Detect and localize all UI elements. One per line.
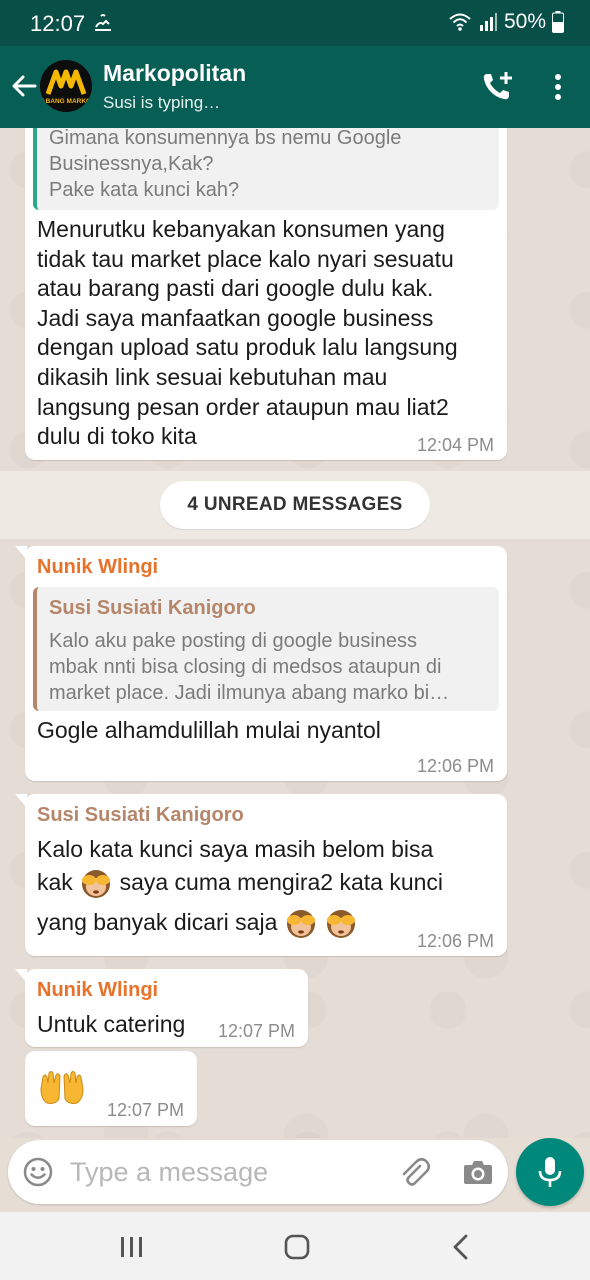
message-line: dengan upload satu produk lalu langsung [37,334,458,361]
sender-name[interactable]: Nunik Wlingi [37,556,158,579]
quote-line: mbak nnti bisa closing di medsos ataupun… [49,656,442,678]
home-icon[interactable] [283,1233,311,1261]
quote-line: Gimana konsumennya bs nemu Google [49,128,402,149]
sender-name[interactable]: Susi Susiati Kanigoro [37,804,244,827]
abang-marko-logo: ABANG MARKO [40,60,92,112]
unread-messages-label: 4 UNREAD MESSAGES [160,481,430,529]
nav-back-icon[interactable] [450,1233,472,1261]
battery-icon [552,11,564,33]
message-line: yang banyak dicari saja [37,907,358,941]
camera-icon[interactable] [462,1156,494,1188]
message-time: 12:06 PM [417,756,495,776]
message-time: 12:07 PM [218,1021,296,1041]
avatar[interactable]: ABANG MARKO [40,60,92,112]
see-no-evil-monkey-emoji [82,870,111,898]
message-line: kak saya cuma mengira2 kata kunci [37,867,443,901]
status-bar: 12:07 50% [0,0,590,46]
mic-button[interactable] [516,1138,584,1206]
message-fragment: saya cuma mengira2 kata kunci [119,869,444,896]
see-no-evil-monkey-emoji [286,910,315,938]
add-call-icon[interactable] [480,70,516,104]
message-line: Kalo kata kunci saya masih belom bisa [37,836,434,862]
quote-sender: Susi Susiati Kanigoro [49,597,256,619]
message-bubble[interactable]: Nunik Wlingi Untuk catering 12:07 PM [15,969,308,1047]
svg-text:ABANG MARKO: ABANG MARKO [41,98,91,105]
mic-icon [538,1157,562,1187]
message-bubble[interactable]: Nunik Wlingi Susi Susiati Kanigoro Kalo … [15,546,507,781]
quote-line: Kalo aku pake posting di google business [49,630,418,652]
message-bubble[interactable]: 12:07 PM [25,1051,197,1126]
emoji-icon[interactable] [22,1156,54,1188]
message-line: atau barang pasti dari google dulu kak. [37,275,434,302]
see-no-evil-monkey-emoji [327,910,356,938]
message-text: Menurutku kebanyakan konsumen yang tidak… [37,215,458,452]
quoted-message[interactable]: Gimana konsumennya bs nemu Google Busine… [33,128,499,210]
status-time: 12:07 [30,11,86,36]
notification-icon [95,14,111,31]
quote-line: Pake kata kunci kah? [49,179,240,201]
typing-status: Susi is typing… [103,93,221,112]
quote-line: Businessnya,Kak? [49,153,214,175]
message-time: 12:04 PM [417,435,495,455]
message-composer [8,1140,508,1204]
chat-header: ABANG MARKO Markopolitan Susi is typing… [0,46,590,128]
sender-name[interactable]: Nunik Wlingi [37,979,158,1002]
signal-icon [479,13,497,31]
system-nav-bar [0,1212,590,1280]
chat-title[interactable]: Markopolitan [103,60,246,87]
message-bubble[interactable]: Gimana konsumennya bs nemu Google Busine… [25,128,507,460]
attach-icon[interactable] [396,1154,432,1190]
quoted-message[interactable]: Susi Susiati Kanigoro Kalo aku pake post… [33,587,499,711]
message-text: Untuk catering [37,1011,186,1037]
message-fragment: kak [37,869,73,896]
message-line: Menurutku kebanyakan konsumen yang [37,216,445,242]
quote-line: market place. Jadi ilmunya abang marko b… [49,682,450,704]
battery-percent: 50% [503,10,546,33]
recent-apps-icon[interactable] [118,1234,146,1260]
message-time: 12:07 PM [107,1100,185,1120]
more-vert-icon[interactable] [548,72,568,102]
message-line: langsung pesan order ataupun mau liat2 [37,393,449,420]
message-fragment: yang banyak dicari saja [37,909,278,936]
chat-area[interactable]: Gimana konsumennya bs nemu Google Busine… [0,128,590,1138]
message-input[interactable] [70,1153,380,1191]
wifi-icon [449,13,471,31]
message-line: Jadi saya manfaatkan google business [37,304,434,331]
message-text: Gogle alhamdulillah mulai nyantol [37,717,381,743]
raised-hands-emoji [40,1071,84,1104]
message-line: dikasih link sesuai kebutuhan mau [37,363,388,390]
message-time: 12:06 PM [417,931,495,951]
message-bubble[interactable]: Susi Susiati Kanigoro Kalo kata kunci sa… [15,794,507,956]
back-arrow-icon[interactable] [10,72,38,100]
message-line: dulu di toko kita [37,423,197,450]
message-line: tidak tau market place kalo nyari sesuat… [37,245,454,272]
